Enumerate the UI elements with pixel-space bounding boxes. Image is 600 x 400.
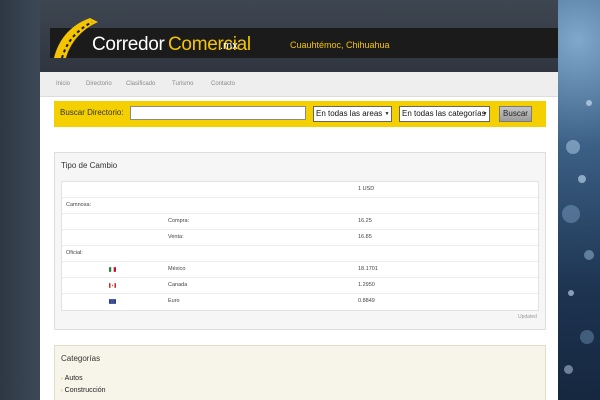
chevron-down-icon: ▼ <box>482 111 488 117</box>
table-row: Canada 1.2950 <box>62 278 540 294</box>
brand-city: Cuauhtémoc, Chihuahua <box>290 40 390 50</box>
mexico-flag-icon <box>109 267 116 272</box>
canada-flag-icon <box>109 283 116 288</box>
bullet-icon: › <box>61 388 63 394</box>
table-row: Compra: 16.25 <box>62 214 540 230</box>
categories-panel: Categorías › Autos › Construcción <box>54 345 546 400</box>
categories-title: Categorías <box>61 354 101 363</box>
road-logo-icon[interactable] <box>50 12 98 60</box>
nav-item-turismo[interactable]: Turismo <box>172 81 193 87</box>
category-label: Autos <box>64 375 83 382</box>
site-header: Corredor Comercial .mx Cuauhtémoc, Chihu… <box>40 0 558 72</box>
search-bar: Buscar Directorio: En todas las areas ▼ … <box>54 101 546 127</box>
updated-label: Updated <box>518 314 537 320</box>
brand-name-part2: Comercial <box>168 34 251 55</box>
area-select[interactable]: En todas las areas ▼ <box>313 106 392 122</box>
table-row: Oficial: <box>62 246 540 262</box>
main-nav: Inicio Directorio Clasificado Turismo Co… <box>40 72 558 97</box>
official-value: 18.1701 <box>358 266 378 272</box>
nav-item-clasificado[interactable]: Clasificado <box>126 81 155 87</box>
category-label: Construcción <box>64 387 106 394</box>
page-background-left <box>0 0 40 400</box>
category-item-autos[interactable]: › Autos <box>61 375 83 382</box>
search-input[interactable] <box>130 106 306 120</box>
table-row: 1 USD <box>62 182 540 198</box>
nav-item-inicio[interactable]: Inicio <box>56 81 70 87</box>
exchange-panel-title: Tipo de Cambio <box>61 161 118 170</box>
page-background-bokeh <box>558 0 600 400</box>
area-select-value: En todas las areas <box>316 109 383 118</box>
venta-label: Venta: <box>168 234 184 240</box>
compra-value: 16.25 <box>358 218 372 224</box>
category-select-value: En todas las categorías <box>402 109 486 118</box>
table-row: México 18.1701 <box>62 262 540 278</box>
exchange-rate-table: 1 USD Camnosa: Compra: 16.25 Venta: 16.8… <box>61 181 540 311</box>
venta-value: 16.85 <box>358 234 372 240</box>
oficial-label: Oficial: <box>66 250 83 256</box>
brand-tld: .mx <box>220 40 238 52</box>
casas-label: Camnosa: <box>66 202 92 208</box>
exchange-rate-panel: Tipo de Cambio 1 USD Camnosa: Compra: 16… <box>54 152 546 330</box>
nav-item-contacto[interactable]: Contacto <box>211 81 235 87</box>
official-value: 0.8849 <box>358 298 375 304</box>
search-button[interactable]: Buscar <box>499 106 532 122</box>
official-country: Canada <box>168 282 188 288</box>
compra-label: Compra: <box>168 218 190 224</box>
brand-name-part1: Corredor <box>92 34 165 55</box>
table-row: Venta: 16.85 <box>62 230 540 246</box>
bullet-icon: › <box>61 376 63 382</box>
eu-flag-icon <box>109 299 116 304</box>
page-container: Corredor Comercial .mx Cuauhtémoc, Chihu… <box>40 0 558 400</box>
category-item-construccion[interactable]: › Construcción <box>61 387 106 394</box>
official-country: México <box>168 266 186 272</box>
category-select[interactable]: En todas las categorías ▼ <box>399 106 490 122</box>
search-label: Buscar Directorio: <box>60 108 124 117</box>
table-row: Camnosa: <box>62 198 540 214</box>
chevron-down-icon: ▼ <box>384 111 390 117</box>
official-country: Euro <box>168 298 180 304</box>
currency-header: 1 USD <box>358 186 375 192</box>
official-value: 1.2950 <box>358 282 375 288</box>
table-row: Euro 0.8849 <box>62 294 540 310</box>
nav-item-directorio[interactable]: Directorio <box>86 81 112 87</box>
